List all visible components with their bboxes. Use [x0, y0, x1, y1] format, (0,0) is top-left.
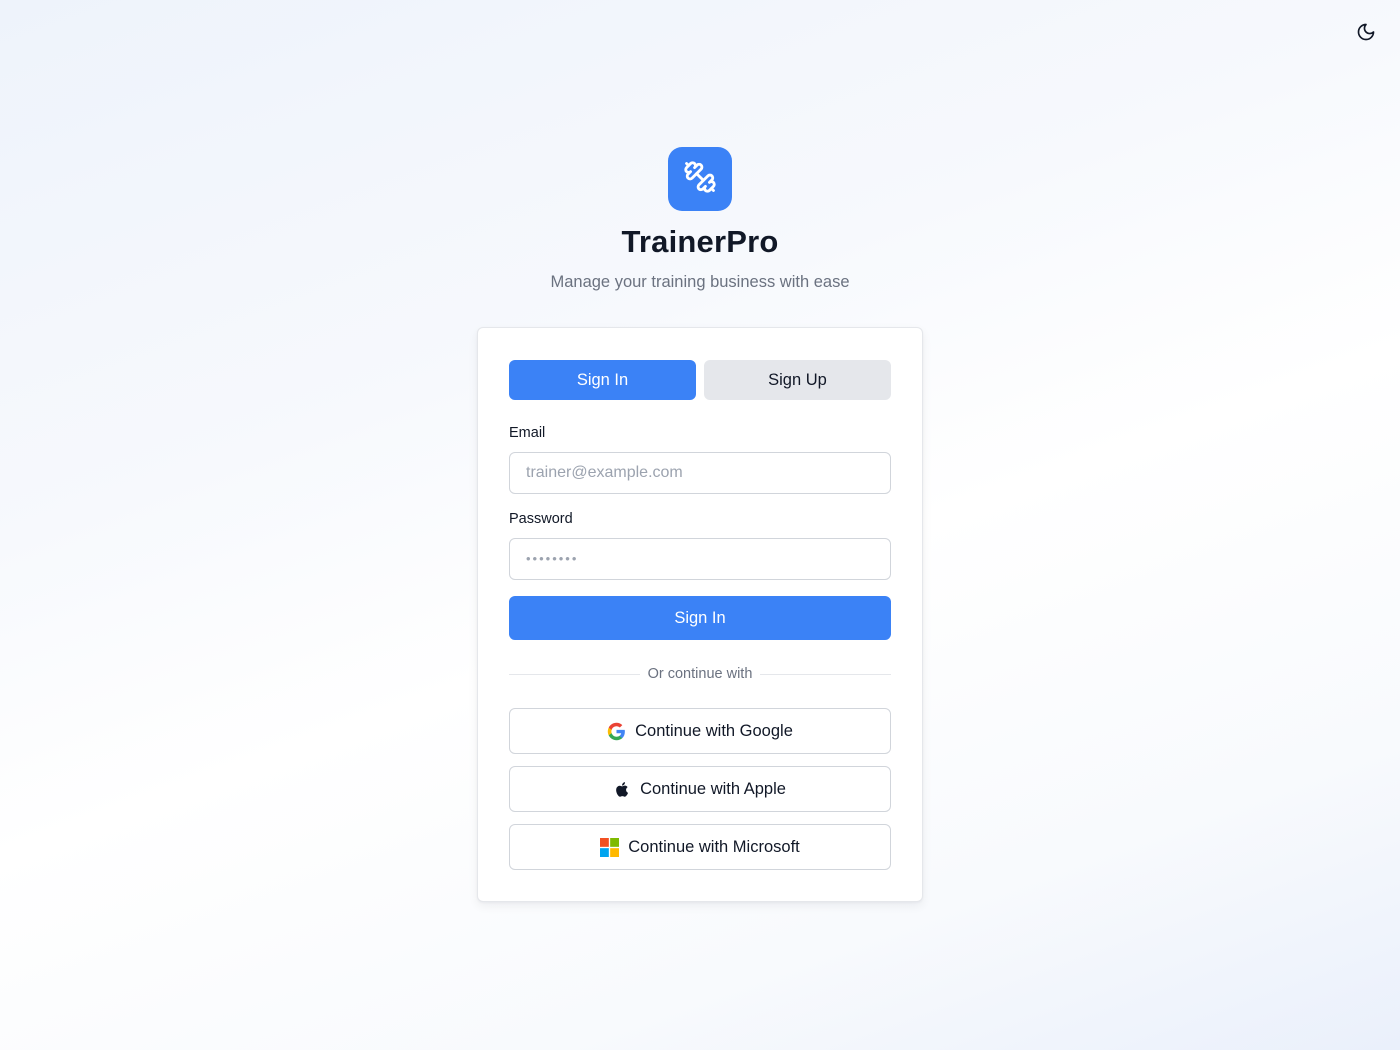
sign-in-button[interactable]: Sign In [509, 596, 891, 640]
email-field[interactable] [509, 452, 891, 494]
divider-line-left [509, 673, 640, 675]
divider: Or continue with [509, 663, 891, 685]
theme-toggle-button[interactable] [1350, 18, 1382, 50]
apple-icon [614, 781, 631, 798]
app-title: TrainerPro [621, 224, 779, 259]
email-label: Email [509, 425, 546, 441]
microsoft-icon [600, 837, 620, 857]
app-subtitle: Manage your training business with ease [550, 273, 850, 291]
google-icon [607, 722, 626, 741]
divider-text: Or continue with [647, 666, 753, 682]
dumbbell-icon [683, 160, 717, 199]
google-button-label: Continue with Google [635, 721, 793, 740]
tab-sign-up[interactable]: Sign Up [704, 360, 891, 400]
continue-with-google-button[interactable]: Continue with Google [509, 708, 891, 754]
apple-button-label: Continue with Apple [640, 779, 786, 798]
continue-with-microsoft-button[interactable]: Continue with Microsoft [509, 824, 891, 870]
password-label: Password [509, 511, 573, 527]
continue-with-apple-button[interactable]: Continue with Apple [509, 766, 891, 812]
app-logo [668, 147, 732, 211]
auth-card: Sign In Sign Up Email Password Sign In O… [477, 327, 923, 902]
password-field[interactable] [509, 538, 891, 580]
moon-icon [1356, 22, 1376, 47]
microsoft-button-label: Continue with Microsoft [628, 837, 800, 856]
divider-line-right [760, 673, 891, 675]
tab-sign-in[interactable]: Sign In [509, 360, 696, 400]
